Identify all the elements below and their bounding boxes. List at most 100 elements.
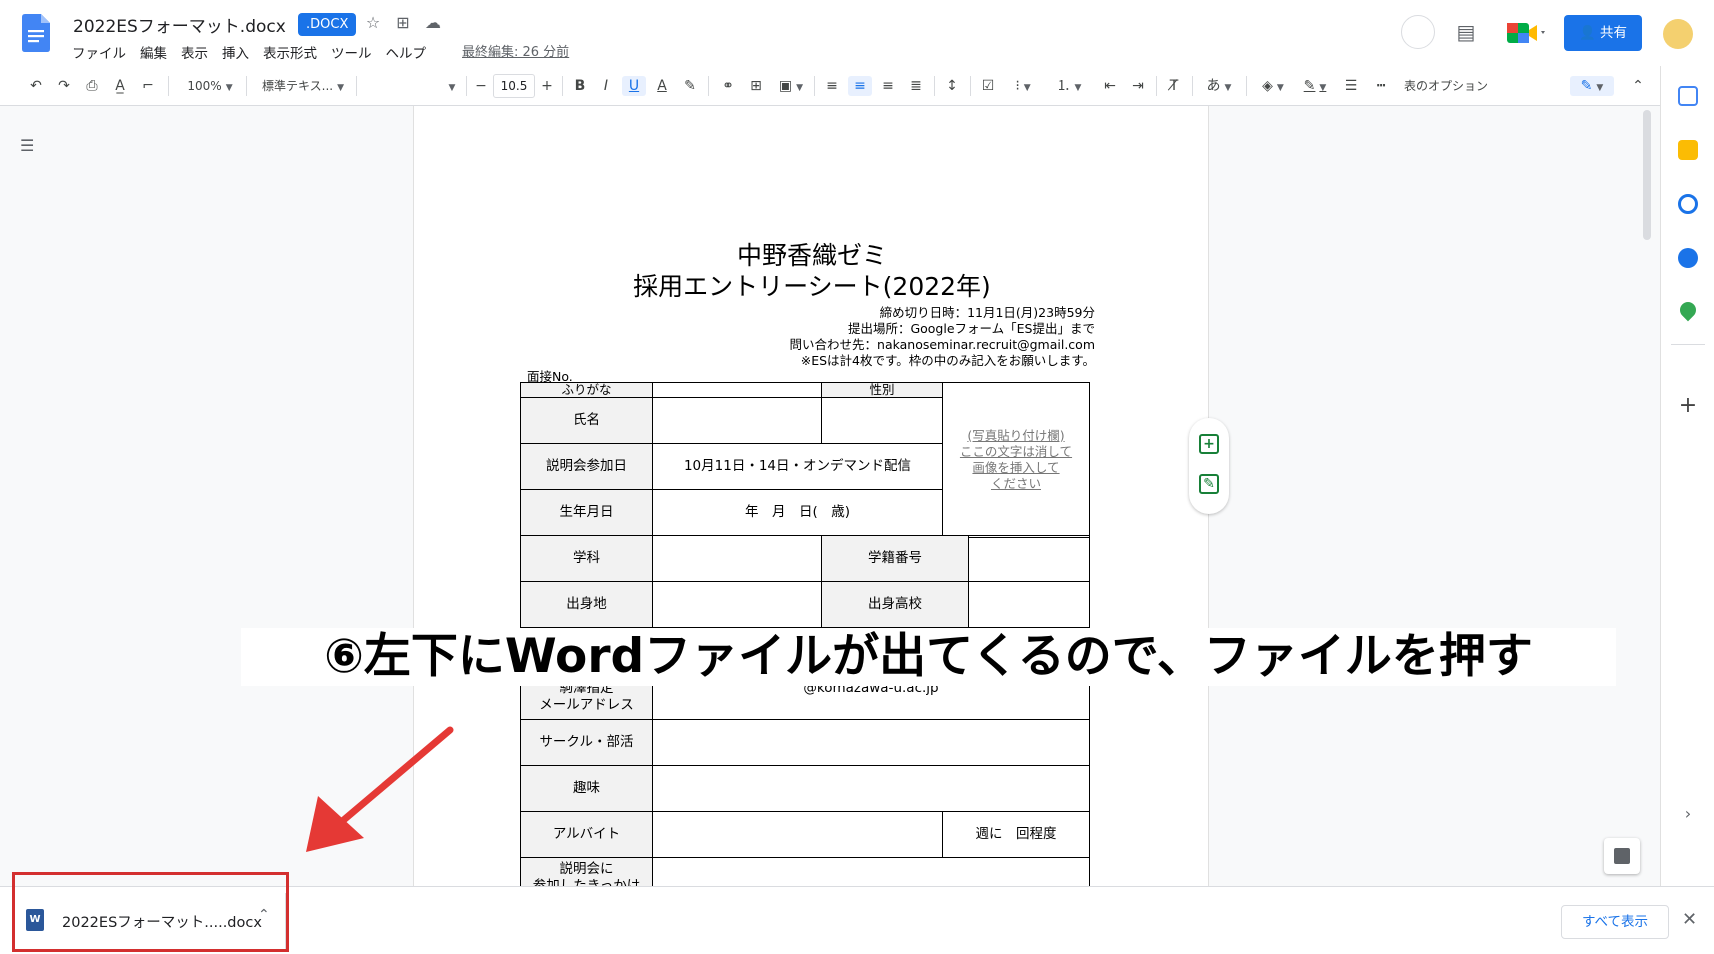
- high-school-field[interactable]: [968, 581, 1090, 628]
- maps-icon[interactable]: [1676, 298, 1700, 322]
- student-id-label: 学籍番号: [821, 535, 969, 582]
- cell-background-icon[interactable]: ◈ ▼: [1256, 76, 1290, 96]
- menu-help[interactable]: ヘルプ: [386, 42, 427, 62]
- screen: 2022ESフォーマット.docx .DOCX ☆ ⊞ ☁ ファイル 編集 表示…: [0, 0, 1714, 954]
- highlight-icon[interactable]: ✎: [680, 76, 700, 96]
- docx-badge: .DOCX: [298, 13, 357, 36]
- avatar[interactable]: [1663, 19, 1693, 49]
- decrease-font-size-icon[interactable]: −: [472, 76, 490, 96]
- checklist-icon[interactable]: ☑: [978, 76, 998, 96]
- photo-text-4: ください: [990, 476, 1041, 492]
- meet-icon[interactable]: [1505, 20, 1549, 46]
- caret-down-icon: ▼: [337, 83, 344, 93]
- birthdate-field[interactable]: 年 月 日( 歳): [652, 489, 943, 536]
- last-edit-link[interactable]: 最終編集: 26 分前: [462, 41, 569, 60]
- add-addon-icon[interactable]: +: [1678, 395, 1698, 417]
- caret-down-icon: ▼: [1596, 83, 1604, 93]
- zoom-select[interactable]: 100% ▼: [180, 76, 240, 96]
- share-button[interactable]: 👤 共有: [1564, 15, 1642, 51]
- paint-format-icon[interactable]: ⌐: [138, 76, 158, 96]
- table-options-button[interactable]: 表のオプション: [1404, 76, 1504, 96]
- toolbar-divider: [934, 76, 935, 96]
- add-comment-icon[interactable]: ⊞: [746, 76, 766, 96]
- print-icon[interactable]: ⎙: [82, 76, 102, 96]
- cloud-status-icon[interactable]: ☁: [422, 12, 444, 34]
- google-docs-logo-icon[interactable]: [22, 14, 50, 52]
- decrease-indent-icon[interactable]: ⇤: [1100, 76, 1120, 96]
- tasks-icon[interactable]: [1678, 194, 1698, 214]
- comments-icon[interactable]: ▤: [1455, 21, 1477, 43]
- menu-view[interactable]: 表示: [181, 42, 208, 62]
- font-family-select[interactable]: ▼: [440, 76, 460, 96]
- keep-icon[interactable]: [1678, 140, 1698, 160]
- undo-icon[interactable]: ↶: [26, 76, 46, 96]
- contacts-icon[interactable]: [1678, 248, 1698, 268]
- session-date-field[interactable]: 10月11日・14日・オンデマンド配信: [652, 443, 943, 490]
- part-time-field[interactable]: [652, 811, 943, 858]
- italic-icon[interactable]: I: [596, 76, 616, 96]
- show-all-button[interactable]: すべて表示: [1561, 905, 1669, 939]
- increase-font-size-icon[interactable]: +: [538, 76, 556, 96]
- underline-icon[interactable]: U: [622, 76, 646, 96]
- hometown-field[interactable]: [652, 581, 822, 628]
- border-dash-icon[interactable]: ┅: [1370, 76, 1392, 96]
- border-width-icon[interactable]: ☰: [1340, 76, 1362, 96]
- add-comment-float-icon[interactable]: +: [1199, 434, 1219, 454]
- increase-indent-icon[interactable]: ⇥: [1128, 76, 1148, 96]
- paragraph-style-select[interactable]: 標準テキス... ▼: [256, 76, 350, 96]
- menu-file[interactable]: ファイル: [72, 42, 126, 62]
- circle-field[interactable]: [652, 719, 1090, 766]
- clear-formatting-icon[interactable]: T̸: [1164, 76, 1184, 96]
- explore-button[interactable]: [1604, 838, 1640, 874]
- menu-tools[interactable]: ツール: [331, 42, 372, 62]
- spellcheck-icon[interactable]: A̲: [110, 76, 130, 96]
- expand-panel-icon[interactable]: ›: [1678, 804, 1698, 824]
- close-icon[interactable]: ✕: [1682, 909, 1697, 930]
- department-field[interactable]: [652, 535, 822, 582]
- document-page[interactable]: 中野香織ゼミ 採用エントリーシート(2022年) 締め切り日時：11月1日(月)…: [413, 106, 1209, 897]
- toolbar-divider: [168, 76, 169, 96]
- redo-icon[interactable]: ↷: [54, 76, 74, 96]
- name-field[interactable]: [652, 397, 822, 444]
- border-color-icon[interactable]: ✎ ▼: [1298, 76, 1332, 96]
- student-id-field[interactable]: [968, 535, 1090, 582]
- font-size-input[interactable]: 10.5: [493, 74, 535, 98]
- bulleted-list-icon[interactable]: ⁝ ▼: [1006, 76, 1040, 96]
- vertical-scrollbar[interactable]: [1643, 110, 1651, 240]
- collapse-menu-icon[interactable]: ⌃: [1628, 76, 1648, 96]
- photo-text-3: 画像を挿入して: [972, 460, 1060, 475]
- align-center-icon[interactable]: ≡: [848, 76, 872, 96]
- part-time-frequency[interactable]: 週に 回程度: [942, 811, 1090, 858]
- birthdate-label: 生年月日: [520, 489, 653, 536]
- menu-format[interactable]: 表示形式: [263, 42, 317, 62]
- activity-dashboard-icon[interactable]: [1401, 15, 1435, 49]
- numbered-list-icon[interactable]: ⒈ ▼: [1052, 76, 1086, 96]
- bold-icon[interactable]: B: [570, 76, 590, 96]
- toolbar: ↶ ↷ ⎙ A̲ ⌐ 100% ▼ 標準テキス... ▼ ▼ − 10.5 + B …: [0, 66, 1660, 106]
- text-color-icon[interactable]: A: [652, 76, 672, 96]
- editing-mode-icon[interactable]: ✎ ▼: [1570, 76, 1614, 96]
- caret-down-icon: ▼: [1023, 83, 1031, 93]
- star-icon[interactable]: ☆: [362, 12, 384, 34]
- align-left-icon[interactable]: ≡: [822, 76, 842, 96]
- suggest-edits-icon[interactable]: ✎: [1199, 474, 1219, 494]
- input-tools-icon[interactable]: あ ▼: [1200, 76, 1238, 96]
- paragraph-style-value: 標準テキス...: [261, 79, 334, 93]
- menu-insert[interactable]: 挿入: [222, 42, 249, 62]
- toolbar-divider: [1192, 76, 1193, 96]
- calendar-icon[interactable]: [1678, 86, 1698, 106]
- hobby-field[interactable]: [652, 765, 1090, 812]
- document-title[interactable]: 2022ESフォーマット.docx: [73, 12, 286, 37]
- furigana-field[interactable]: [652, 382, 822, 398]
- insert-link-icon[interactable]: ⚭: [718, 76, 738, 96]
- photo-cell[interactable]: (写真貼り付け欄) ここの文字は消して 画像を挿入して ください: [942, 382, 1090, 538]
- document-outline-icon[interactable]: ☰: [20, 136, 40, 155]
- side-panel: + ›: [1660, 66, 1714, 886]
- menu-edit[interactable]: 編集: [140, 42, 167, 62]
- line-spacing-icon[interactable]: ↕: [942, 76, 962, 96]
- move-folder-icon[interactable]: ⊞: [392, 12, 414, 34]
- insert-image-icon[interactable]: ▣ ▼: [774, 76, 808, 96]
- align-right-icon[interactable]: ≡: [878, 76, 898, 96]
- gender-field[interactable]: [821, 397, 943, 444]
- justify-icon[interactable]: ≣: [906, 76, 926, 96]
